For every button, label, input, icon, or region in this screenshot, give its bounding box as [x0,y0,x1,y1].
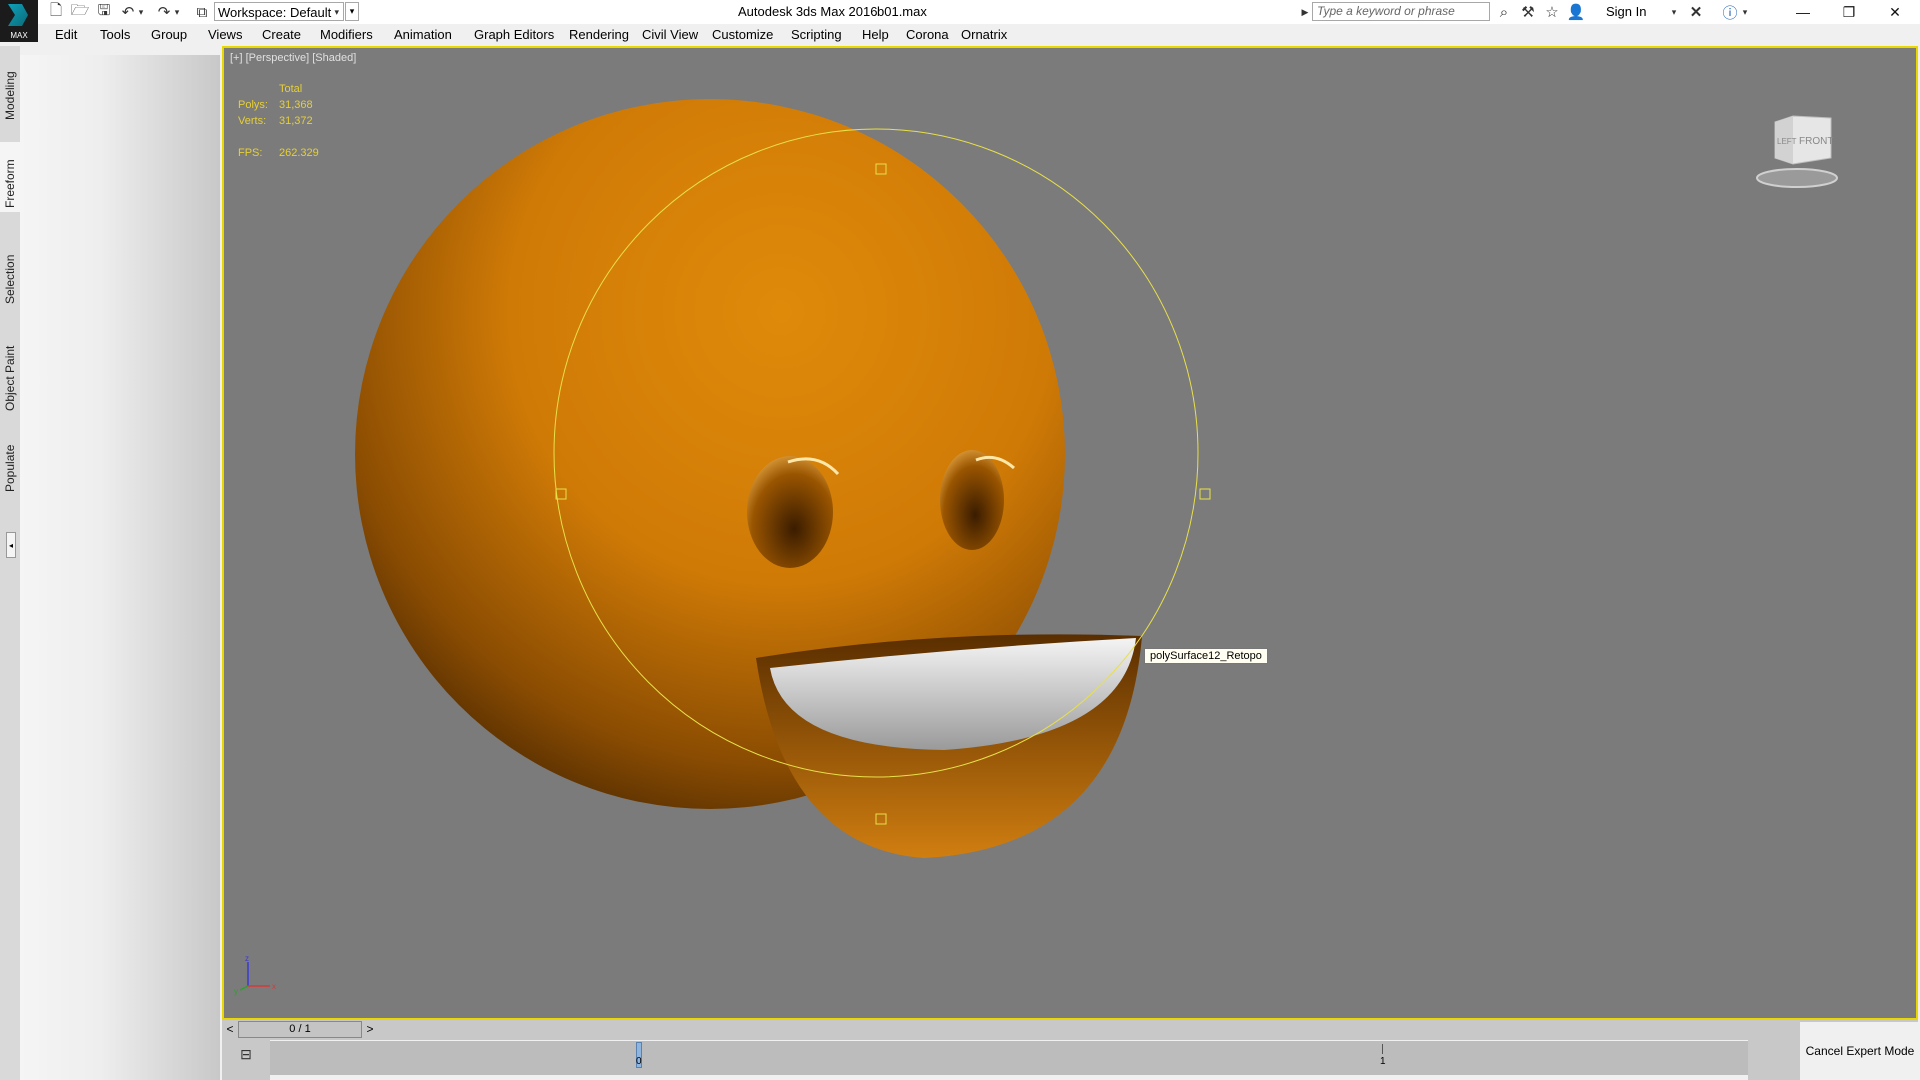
menu-civil-view[interactable]: Civil View [642,27,698,42]
next-frame-button[interactable]: > [364,1021,376,1038]
app-title: Autodesk 3ds Max 2016 [738,4,878,19]
minimize-icon[interactable]: — [1780,0,1826,24]
curve-editor-icon[interactable]: ⊟ [236,1046,256,1064]
trackbar-right [1748,1040,1800,1080]
time-slider[interactable]: 0 / 1 [238,1021,362,1038]
track-tick-1: 1 [1380,1056,1386,1067]
exchange-apps-icon[interactable]: ✕ [1686,2,1706,22]
smiley-model[interactable] [224,48,1916,1018]
viewcube[interactable]: LEFT FRONT [1755,112,1839,192]
sign-in-button[interactable]: Sign In [1606,4,1646,19]
menu-ornatrix[interactable]: Ornatrix [961,27,1007,42]
tab-object-paint[interactable]: Object Paint [0,343,20,413]
tab-object-paint-label: Object Paint [3,345,17,411]
menu-views[interactable]: Views [208,27,242,42]
redo-dropdown-icon[interactable]: ▾ [172,2,182,22]
menu-tools[interactable]: Tools [100,27,130,42]
user-icon[interactable]: 👤 [1566,2,1586,22]
open-file-icon[interactable]: 🗁 [70,2,90,22]
app-menu-button[interactable]: MAX [0,0,38,42]
menu-create[interactable]: Create [262,27,301,42]
tab-populate-label: Populate [3,444,17,492]
ribbon-toggle-icon[interactable]: ◂ [6,532,16,558]
max-logo-icon [8,4,28,26]
binoculars-icon[interactable]: ⌕ [1494,2,1514,22]
left-eye [747,456,833,568]
track-tick-1-line [1382,1044,1383,1054]
tab-freeform-label: Freeform [3,159,17,208]
viewcube-front-label[interactable]: FRONT [1799,136,1833,147]
sign-in-dropdown-icon[interactable]: ▾ [1668,2,1680,22]
quick-access-customize-icon[interactable]: ▾ [345,2,359,21]
new-file-icon[interactable]: 🗋 [46,2,66,22]
axis-tripod: z x y [234,956,276,996]
menu-modifiers[interactable]: Modifiers [320,27,373,42]
restore-icon[interactable]: ❐ [1826,0,1872,24]
menu-group[interactable]: Group [151,27,187,42]
right-eye [940,450,1004,550]
help-icon[interactable]: ⓘ [1720,2,1740,22]
object-tooltip: polySurface12_Retopo [1144,648,1268,664]
cancel-expert-mode-button[interactable]: Cancel Expert Mode [1800,1022,1920,1080]
tab-modeling[interactable]: Modeling [0,60,20,122]
workspace-value: Workspace: Default [218,5,332,20]
axis-y-label: y [234,987,238,996]
menu-animation[interactable]: Animation [394,27,452,42]
tab-selection[interactable]: Selection [0,250,20,306]
ribbon-panel [20,55,220,1080]
perspective-viewport[interactable]: [+] [Perspective] [Shaded] Total Polys: … [222,46,1918,1020]
menu-edit[interactable]: Edit [55,27,77,42]
menu-rendering[interactable]: Rendering [569,27,629,42]
undo-icon[interactable]: ↶ [118,2,138,22]
subscription-icon[interactable]: ⚒ [1518,2,1538,22]
tab-freeform[interactable]: Freeform [0,142,21,212]
gizmo-handle-right[interactable] [1199,488,1211,500]
redo-icon[interactable]: ↷ [154,2,174,22]
axis-z-label: z [245,956,249,963]
tab-populate[interactable]: Populate [0,440,20,496]
project-folder-icon[interactable]: ⧉ [192,2,212,22]
tab-selection-label: Selection [3,254,17,304]
search-expand-icon[interactable]: ▶ [1299,2,1311,22]
tab-modeling-label: Modeling [3,71,17,120]
viewcube-left-label[interactable]: LEFT [1777,137,1797,146]
track-bar[interactable] [270,1041,1748,1075]
menu-customize[interactable]: Customize [712,27,773,42]
logo-text: MAX [10,31,28,40]
menu-graph-editors[interactable]: Graph Editors [474,27,554,42]
help-dropdown-icon[interactable]: ▾ [1740,2,1750,22]
menu-corona[interactable]: Corona [906,27,949,42]
close-icon[interactable]: ✕ [1872,0,1918,24]
save-icon[interactable]: 🖫 [94,2,114,22]
undo-dropdown-icon[interactable]: ▾ [136,2,146,22]
track-tick-0: 0 [636,1056,642,1067]
favorites-star-icon[interactable]: ☆ [1542,2,1562,22]
prev-frame-button[interactable]: < [224,1021,236,1038]
search-input[interactable]: Type a keyword or phrase [1312,2,1490,21]
menu-scripting[interactable]: Scripting [791,27,842,42]
time-slider-bar [222,1020,1918,1040]
file-name: b01.max [877,4,927,19]
workspace-select[interactable]: Workspace: Default ▾ [214,2,344,21]
axis-x-label: x [272,982,276,991]
menu-help[interactable]: Help [862,27,889,42]
chevron-down-icon: ▾ [334,7,339,17]
